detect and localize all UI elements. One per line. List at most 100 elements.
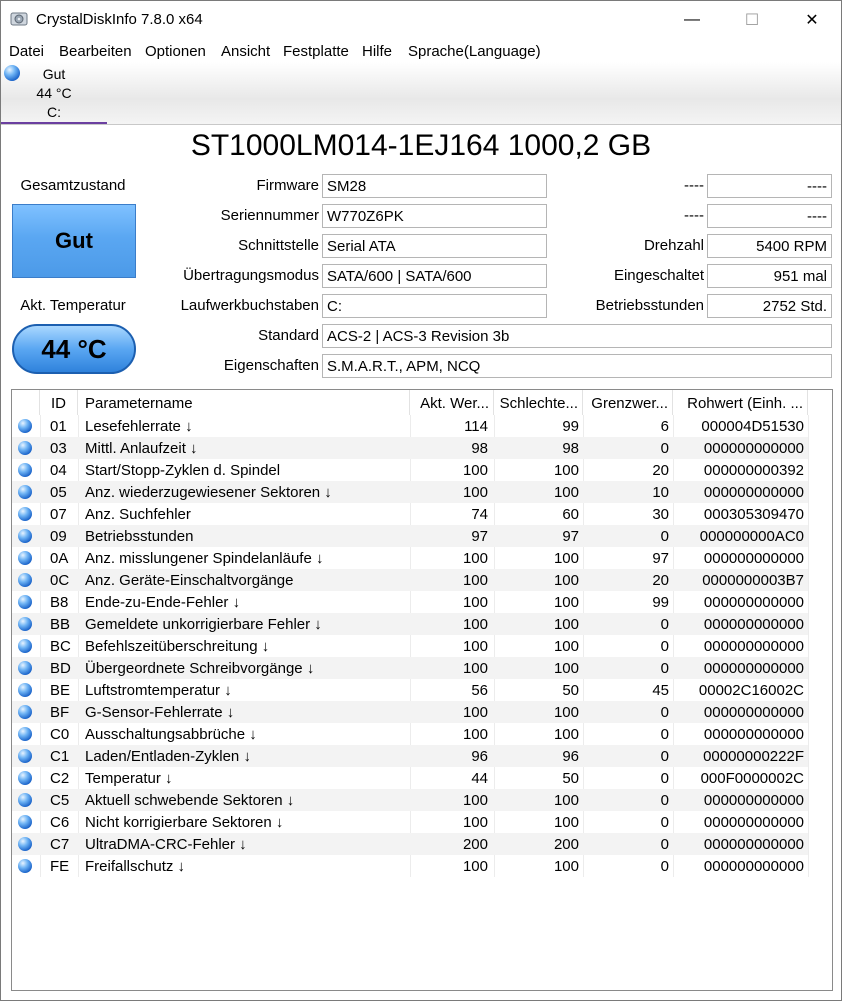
raw-value: 0000000003B7 (702, 572, 804, 589)
attribute-name: Luftstromtemperatur ↓ (85, 682, 232, 699)
raw-value: 000000000000 (703, 792, 804, 809)
smart-row[interactable]: 0C Anz. Geräte-Einschaltvorgänge 100 100 20 0… (12, 569, 808, 591)
transfer-mode-label: Übertragungsmodus (183, 267, 319, 284)
worst-value: 100 (553, 550, 579, 567)
current-value: 100 (462, 594, 488, 611)
temperature-label: Akt. Temperatur (20, 297, 126, 314)
smart-row[interactable]: 01 Lesefehlerrate ↓ 114 99 6 000004D51530 (12, 415, 808, 437)
attribute-name: Anz. Suchfehler (85, 506, 191, 523)
current-value: 100 (462, 858, 488, 875)
smart-row[interactable]: C6 Nicht korrigierbare Sektoren ↓ 100 100 0 0… (12, 811, 808, 833)
threshold-value: 0 (660, 616, 669, 633)
attribute-id: 03 (50, 440, 67, 457)
worst-value: 50 (562, 682, 579, 699)
smart-row[interactable]: 05 Anz. wiederzugewiesener Sektoren ↓ 100 1… (12, 481, 808, 503)
current-value: 74 (471, 506, 488, 523)
status-good-icon (18, 639, 32, 653)
current-value: 100 (462, 572, 488, 589)
attribute-id: 01 (50, 418, 67, 435)
menu-bearbeiten[interactable]: Bearbeiten (59, 43, 132, 60)
threshold-value: 45 (652, 682, 669, 699)
disk-tab-c[interactable]: Gut 44 °C C: (1, 62, 107, 124)
attribute-name: Aktuell schwebende Sektoren ↓ (85, 792, 295, 809)
current-value: 100 (462, 792, 488, 809)
health-status-button[interactable]: Gut (12, 204, 136, 278)
threshold-value: 0 (660, 440, 669, 457)
standard-label: Standard (258, 327, 319, 344)
temperature-button[interactable]: 44 °C (12, 324, 136, 374)
smart-row[interactable]: FE Freifallschutz ↓ 100 100 0 000000000000 (12, 855, 808, 877)
threshold-value: 0 (660, 638, 669, 655)
status-good-icon (18, 793, 32, 807)
window-title: CrystalDiskInfo 7.8.0 x64 (36, 11, 203, 28)
attribute-id: C1 (50, 748, 70, 765)
current-value: 200 (462, 836, 488, 853)
threshold-value: 30 (652, 506, 669, 523)
current-value: 100 (462, 638, 488, 655)
smart-row[interactable]: C5 Aktuell schwebende Sektoren ↓ 100 100 0 00… (12, 789, 808, 811)
features-label: Eigenschaften (223, 357, 319, 374)
smart-row[interactable]: C1 Laden/Entladen-Zyklen ↓ 96 96 0 0000000022… (12, 745, 808, 767)
app-window: CrystalDiskInfo 7.8.0 x64 — ☐ ✕ Datei Be… (0, 0, 842, 1001)
header-current-value[interactable]: Akt. Wer... (410, 390, 494, 415)
status-good-icon (18, 419, 32, 433)
threshold-value: 0 (660, 726, 669, 743)
smart-row[interactable]: BE Luftstromtemperatur ↓ 56 50 45 00002C16002… (12, 679, 808, 701)
current-value: 100 (462, 550, 488, 567)
drive-letter-field: C: (322, 294, 547, 318)
current-value: 100 (462, 660, 488, 677)
serial-label: Seriennummer (220, 207, 319, 224)
smart-row[interactable]: BC Befehlszeitüberschreitung ↓ 100 100 0 0000… (12, 635, 808, 657)
status-good-icon (18, 661, 32, 675)
worst-value: 96 (562, 748, 579, 765)
threshold-value: 0 (660, 814, 669, 831)
header-threshold[interactable]: Grenzwer... (583, 390, 673, 415)
smart-row[interactable]: 0A Anz. misslungener Spindelanläufe ↓ 100 1… (12, 547, 808, 569)
attribute-name: Temperatur ↓ (85, 770, 173, 787)
raw-value: 000000000000 (703, 594, 804, 611)
smart-row[interactable]: BF G-Sensor-Fehlerrate ↓ 100 100 0 0000000000… (12, 701, 808, 723)
raw-value: 000000000000 (703, 484, 804, 501)
worst-value: 99 (562, 418, 579, 435)
menu-sprache[interactable]: Sprache(Language) (408, 43, 541, 60)
health-status-label: Gesamtzustand (20, 177, 126, 194)
raw-value: 000000000000 (703, 638, 804, 655)
status-good-icon (18, 617, 32, 631)
menu-ansicht[interactable]: Ansicht (221, 43, 270, 60)
header-id[interactable]: ID (40, 390, 78, 415)
firmware-field: SM28 (322, 174, 547, 198)
attribute-id: 05 (50, 484, 67, 501)
smart-row[interactable]: 03 Mittl. Anlaufzeit ↓ 98 98 0 000000000000 (12, 437, 808, 459)
menu-hilfe[interactable]: Hilfe (362, 43, 392, 60)
smart-row[interactable]: 09 Betriebsstunden 97 97 0 000000000AC0 (12, 525, 808, 547)
smart-row[interactable]: BB Gemeldete unkorrigierbare Fehler ↓ 100 1… (12, 613, 808, 635)
menu-datei[interactable]: Datei (9, 43, 44, 60)
close-button[interactable]: ✕ (789, 1, 835, 39)
header-status[interactable] (12, 390, 40, 415)
threshold-value: 0 (660, 858, 669, 875)
current-value: 97 (471, 528, 488, 545)
raw-value: 000000000392 (703, 462, 804, 479)
threshold-value: 0 (660, 836, 669, 853)
menu-festplatte[interactable]: Festplatte (283, 43, 349, 60)
worst-value: 100 (553, 660, 579, 677)
menu-optionen[interactable]: Optionen (145, 43, 206, 60)
header-parameter-name[interactable]: Parametername (78, 390, 410, 415)
smart-attributes-table[interactable]: ID Parametername Akt. Wer... Schlechte..… (11, 389, 833, 991)
smart-row[interactable]: C0 Ausschaltungsabbrüche ↓ 100 100 0 00000000… (12, 723, 808, 745)
attribute-id: 0C (50, 572, 70, 589)
smart-row[interactable]: B8 Ende-zu-Ende-Fehler ↓ 100 100 99 000000000… (12, 591, 808, 613)
minimize-button[interactable]: — (669, 1, 715, 39)
smart-row[interactable]: 04 Start/Stopp-Zyklen d. Spindel 100 100 20 0… (12, 459, 808, 481)
smart-row[interactable]: BD Übergeordnete Schreibvorgänge ↓ 100 100 0… (12, 657, 808, 679)
header-worst-value[interactable]: Schlechte... (494, 390, 583, 415)
smart-row[interactable]: C7 UltraDMA-CRC-Fehler ↓ 200 200 0 0000000000… (12, 833, 808, 855)
status-good-icon (18, 859, 32, 873)
threshold-value: 6 (660, 418, 669, 435)
smart-row[interactable]: 07 Anz. Suchfehler 74 60 30 000305309470 (12, 503, 808, 525)
header-raw-value[interactable]: Rohwert (Einh. ... (673, 390, 808, 415)
attribute-name: Betriebsstunden (85, 528, 194, 545)
maximize-button[interactable]: ☐ (729, 1, 775, 39)
smart-row[interactable]: C2 Temperatur ↓ 44 50 0 000F0000002C (12, 767, 808, 789)
unknown-label-1: ---- (684, 177, 704, 194)
